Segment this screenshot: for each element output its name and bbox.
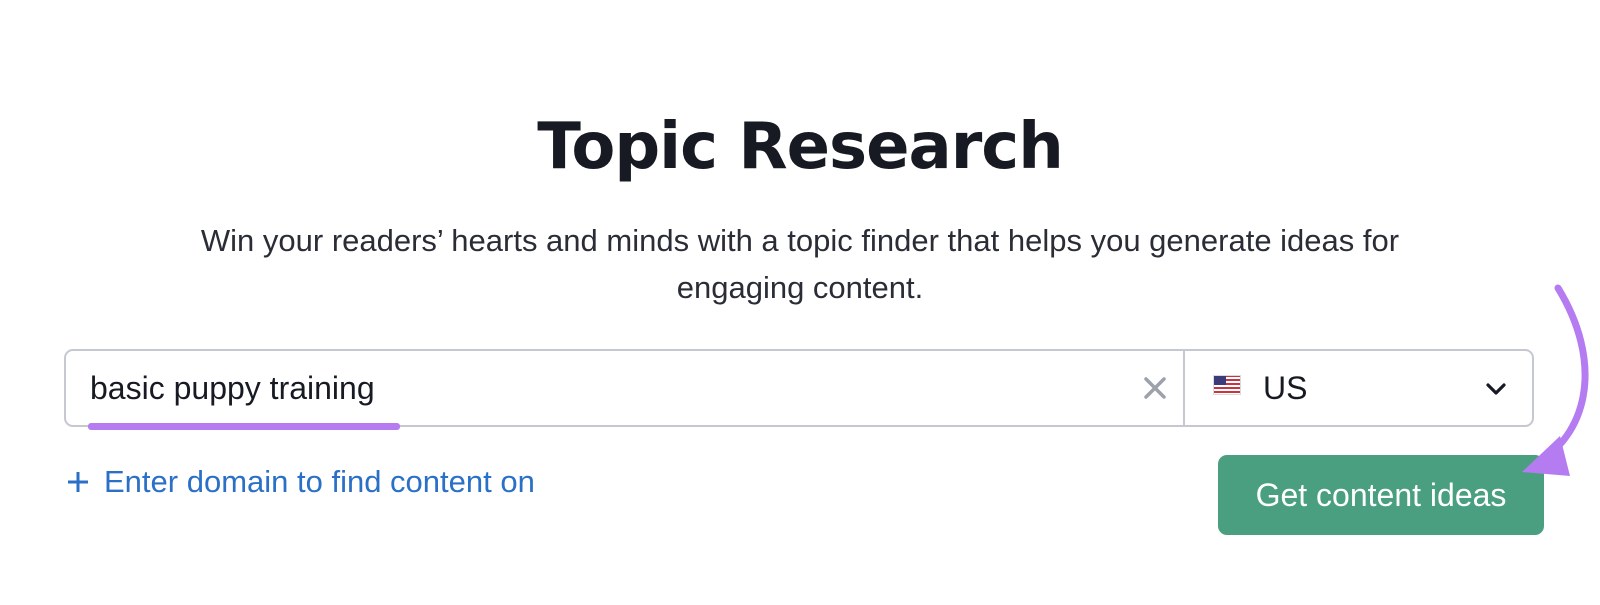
country-label: US [1263,370,1308,406]
get-content-ideas-button[interactable]: Get content ideas [1218,455,1544,535]
chevron-down-icon [1484,378,1508,400]
us-flag-icon [1213,375,1241,395]
search-bar: basic puppy training US [64,349,1534,427]
keyword-highlight-underline [88,423,400,430]
plus-icon [66,462,90,492]
page-title: Topic Research [537,109,1064,184]
keyword-input[interactable]: basic puppy training [90,351,1130,425]
country-select[interactable]: US [1185,351,1532,425]
close-icon[interactable] [1140,373,1170,403]
page-subtitle: Win your readers’ hearts and minds with … [200,223,1400,305]
enter-domain-link[interactable]: Enter domain to find content on [66,460,535,504]
enter-domain-label: Enter domain to find content on [104,464,535,499]
